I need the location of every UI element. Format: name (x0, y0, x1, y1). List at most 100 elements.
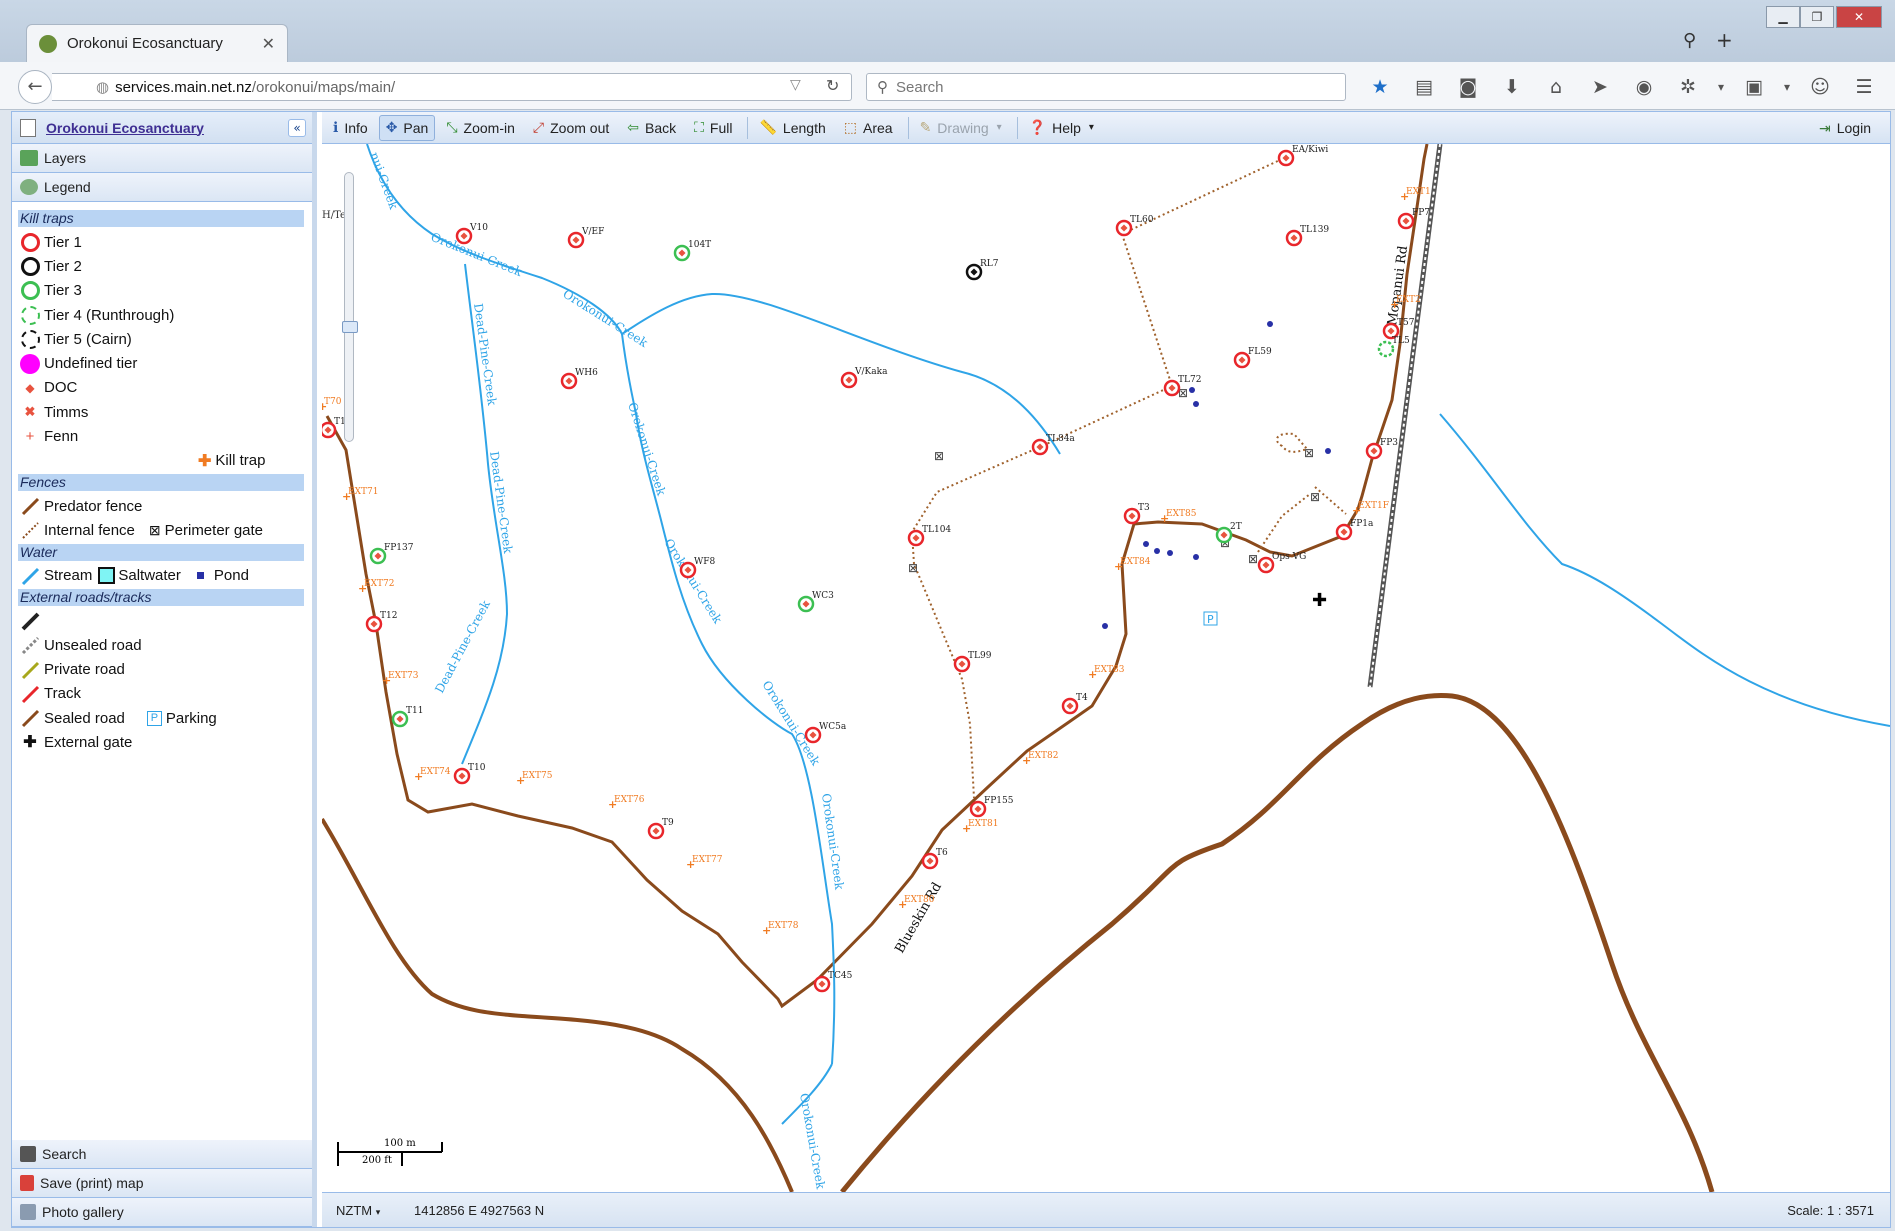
reading-list-icon[interactable]: ▤ (1402, 74, 1446, 100)
toolbar-separator (747, 116, 749, 139)
send-icon[interactable]: ➤ (1578, 74, 1622, 100)
zoom-slider[interactable] (342, 172, 358, 442)
collapse-sidebar-button[interactable]: « (288, 118, 306, 137)
browser-window: Orokonui Ecosanctuary ✕ ⚲ + ▁ ❐ ✕ ◍ serv… (0, 0, 1895, 1231)
legend-tier4: Tier 4 (Runthrough) (18, 303, 304, 327)
drawing-button[interactable]: ✎ Drawing ▾ (913, 115, 1009, 141)
trap-marker[interactable]: FP1a (1335, 519, 1374, 541)
trap-marker[interactable]: T11 (391, 706, 423, 728)
browser-tab[interactable]: Orokonui Ecosanctuary ✕ (26, 24, 288, 62)
zoom-out-button[interactable]: ⤢ Zoom out (526, 115, 616, 141)
search-panel-header[interactable]: Search (12, 1140, 312, 1169)
legend-track: Track (18, 682, 304, 706)
pond-icon (196, 572, 204, 580)
trap-marker[interactable]: 2T (1215, 522, 1242, 544)
unsealed-road-icon (21, 637, 40, 655)
length-button[interactable]: 📏 Length (752, 115, 832, 141)
url-bar[interactable]: ◍ services.main.net.nz/orokonui/maps/mai… (52, 73, 852, 101)
back-view-button[interactable]: ⇦ Back (620, 115, 683, 141)
trap-marker[interactable]: TL104 (907, 525, 951, 547)
trap-marker[interactable]: T10 (453, 763, 486, 785)
pdf-addon-icon[interactable]: ▣ (1732, 74, 1776, 100)
trap-marker[interactable]: TL60 (1115, 215, 1154, 237)
stream-label: Orokonui-Creek (759, 678, 823, 768)
trap-marker[interactable]: V/Kaka (840, 367, 888, 389)
trap-marker[interactable]: TL99 (953, 651, 992, 673)
save-print-panel-header[interactable]: Save (print) map (12, 1169, 312, 1198)
trap-marker[interactable]: V10 (455, 223, 488, 245)
addon-icon[interactable]: ✲ (1666, 74, 1710, 100)
legend-panel-header[interactable]: Legend (12, 173, 312, 202)
trap-label: T4 (1076, 693, 1088, 703)
area-button[interactable]: ⬚ Area (837, 115, 900, 141)
trap-marker[interactable]: TL5 (1377, 336, 1410, 358)
trap-label: TC45 (828, 971, 853, 981)
download-icon[interactable]: ⬇ (1490, 74, 1534, 100)
tier1-icon (20, 232, 40, 252)
trap-marker[interactable]: T3 (1123, 503, 1150, 525)
trap-marker[interactable]: 104T (673, 240, 711, 262)
trap-marker[interactable]: WH6 (560, 368, 598, 390)
pan-button[interactable]: ✥ Pan (378, 114, 436, 141)
trap-marker[interactable]: T9 (647, 818, 674, 840)
trap-marker[interactable]: WC5a (804, 722, 847, 744)
area-label: Area (862, 119, 893, 136)
globe-icon: ◍ (96, 79, 110, 96)
pocket-icon[interactable]: ◙ (1446, 74, 1490, 100)
url-dropdown-icon[interactable]: ▽ (790, 77, 801, 93)
help-button[interactable]: ❓ Help ▾ (1022, 115, 1101, 141)
trap-label: TL99 (968, 651, 992, 661)
tier5-icon (20, 329, 40, 349)
minimize-button[interactable]: ▁ (1766, 6, 1800, 28)
chat-icon[interactable]: ☺ (1798, 74, 1842, 100)
globe-addon-icon[interactable]: ◉ (1622, 74, 1666, 100)
tab-close-icon[interactable]: ✕ (262, 34, 275, 53)
menu-icon[interactable]: ☰ (1842, 74, 1886, 100)
new-tab-icon[interactable]: + (1716, 28, 1733, 52)
full-extent-button[interactable]: ⛶ Full (687, 115, 739, 141)
toolbar-separator (1016, 116, 1018, 139)
trap-marker[interactable]: FP3 (1365, 438, 1398, 460)
pdf-dropdown-icon[interactable]: ▾ (1776, 74, 1798, 100)
stream-label: Orokonui-Creek (560, 287, 650, 351)
search-input[interactable]: ⚲ Search (866, 73, 1346, 101)
projection-select[interactable]: NZTM ▾ (336, 1203, 396, 1218)
reload-icon[interactable]: ↻ (826, 76, 839, 95)
home-icon[interactable]: ⌂ (1534, 74, 1578, 100)
bookmark-star-icon[interactable]: ★ (1358, 74, 1402, 100)
trap-marker[interactable]: T12 (365, 611, 397, 633)
zoom-in-button[interactable]: ⤡ Zoom-in (439, 115, 522, 141)
trap-marker[interactable]: FP137 (369, 543, 414, 565)
trap-marker[interactable]: Ops VG (1257, 552, 1306, 574)
trap-circle[interactable] (1377, 340, 1395, 358)
scale-bar-bottom-label: 200 ft (362, 1155, 392, 1166)
back-button[interactable]: ← (18, 70, 52, 104)
map-canvas[interactable]: nui-Creek Orokonui-Creek Orokonui-Creek … (322, 144, 1890, 1192)
login-button[interactable]: ⇥ Login (1812, 115, 1878, 141)
trap-marker[interactable]: WC3 (797, 591, 834, 613)
stream-label: Orokonui-Creek (797, 1092, 828, 1191)
trap-marker[interactable]: TL139 (1285, 225, 1329, 247)
trap-marker[interactable]: FP155 (969, 796, 1014, 818)
trap-marker[interactable]: EA/Kiwi (1277, 145, 1328, 167)
legend-private-road-label: Private road (44, 661, 125, 679)
legend-panel: Kill traps Tier 1 Tier 2 Tier 3 Tier 4 (… (12, 203, 312, 1130)
tab-search-icon[interactable]: ⚲ (1683, 30, 1696, 51)
info-button[interactable]: ℹ Info (326, 115, 375, 141)
window-close-button[interactable]: ✕ (1836, 6, 1882, 28)
zoom-slider-thumb[interactable] (342, 321, 358, 333)
trap-marker[interactable]: RL7 (965, 259, 999, 281)
internal-fence (1257, 493, 1311, 553)
perimeter-gate-icon: ⊠ (148, 521, 161, 538)
stream-orokonui-lower (621, 333, 836, 1065)
tier2-icon (20, 256, 40, 276)
maximize-button[interactable]: ❐ (1800, 6, 1834, 28)
sidebar-title-link[interactable]: Orokonui Ecosanctuary (46, 120, 288, 136)
layers-panel-header[interactable]: Layers (12, 144, 312, 173)
map-svg[interactable]: nui-Creek Orokonui-Creek Orokonui-Creek … (322, 144, 1890, 1192)
trap-marker[interactable]: FL59 (1233, 347, 1272, 369)
legend-doc: ◆ DOC (18, 376, 304, 400)
photo-gallery-panel-header[interactable]: Photo gallery (12, 1198, 312, 1227)
addon-dropdown-icon[interactable]: ▾ (1710, 74, 1732, 100)
trap-marker[interactable]: V/EF (567, 227, 604, 249)
